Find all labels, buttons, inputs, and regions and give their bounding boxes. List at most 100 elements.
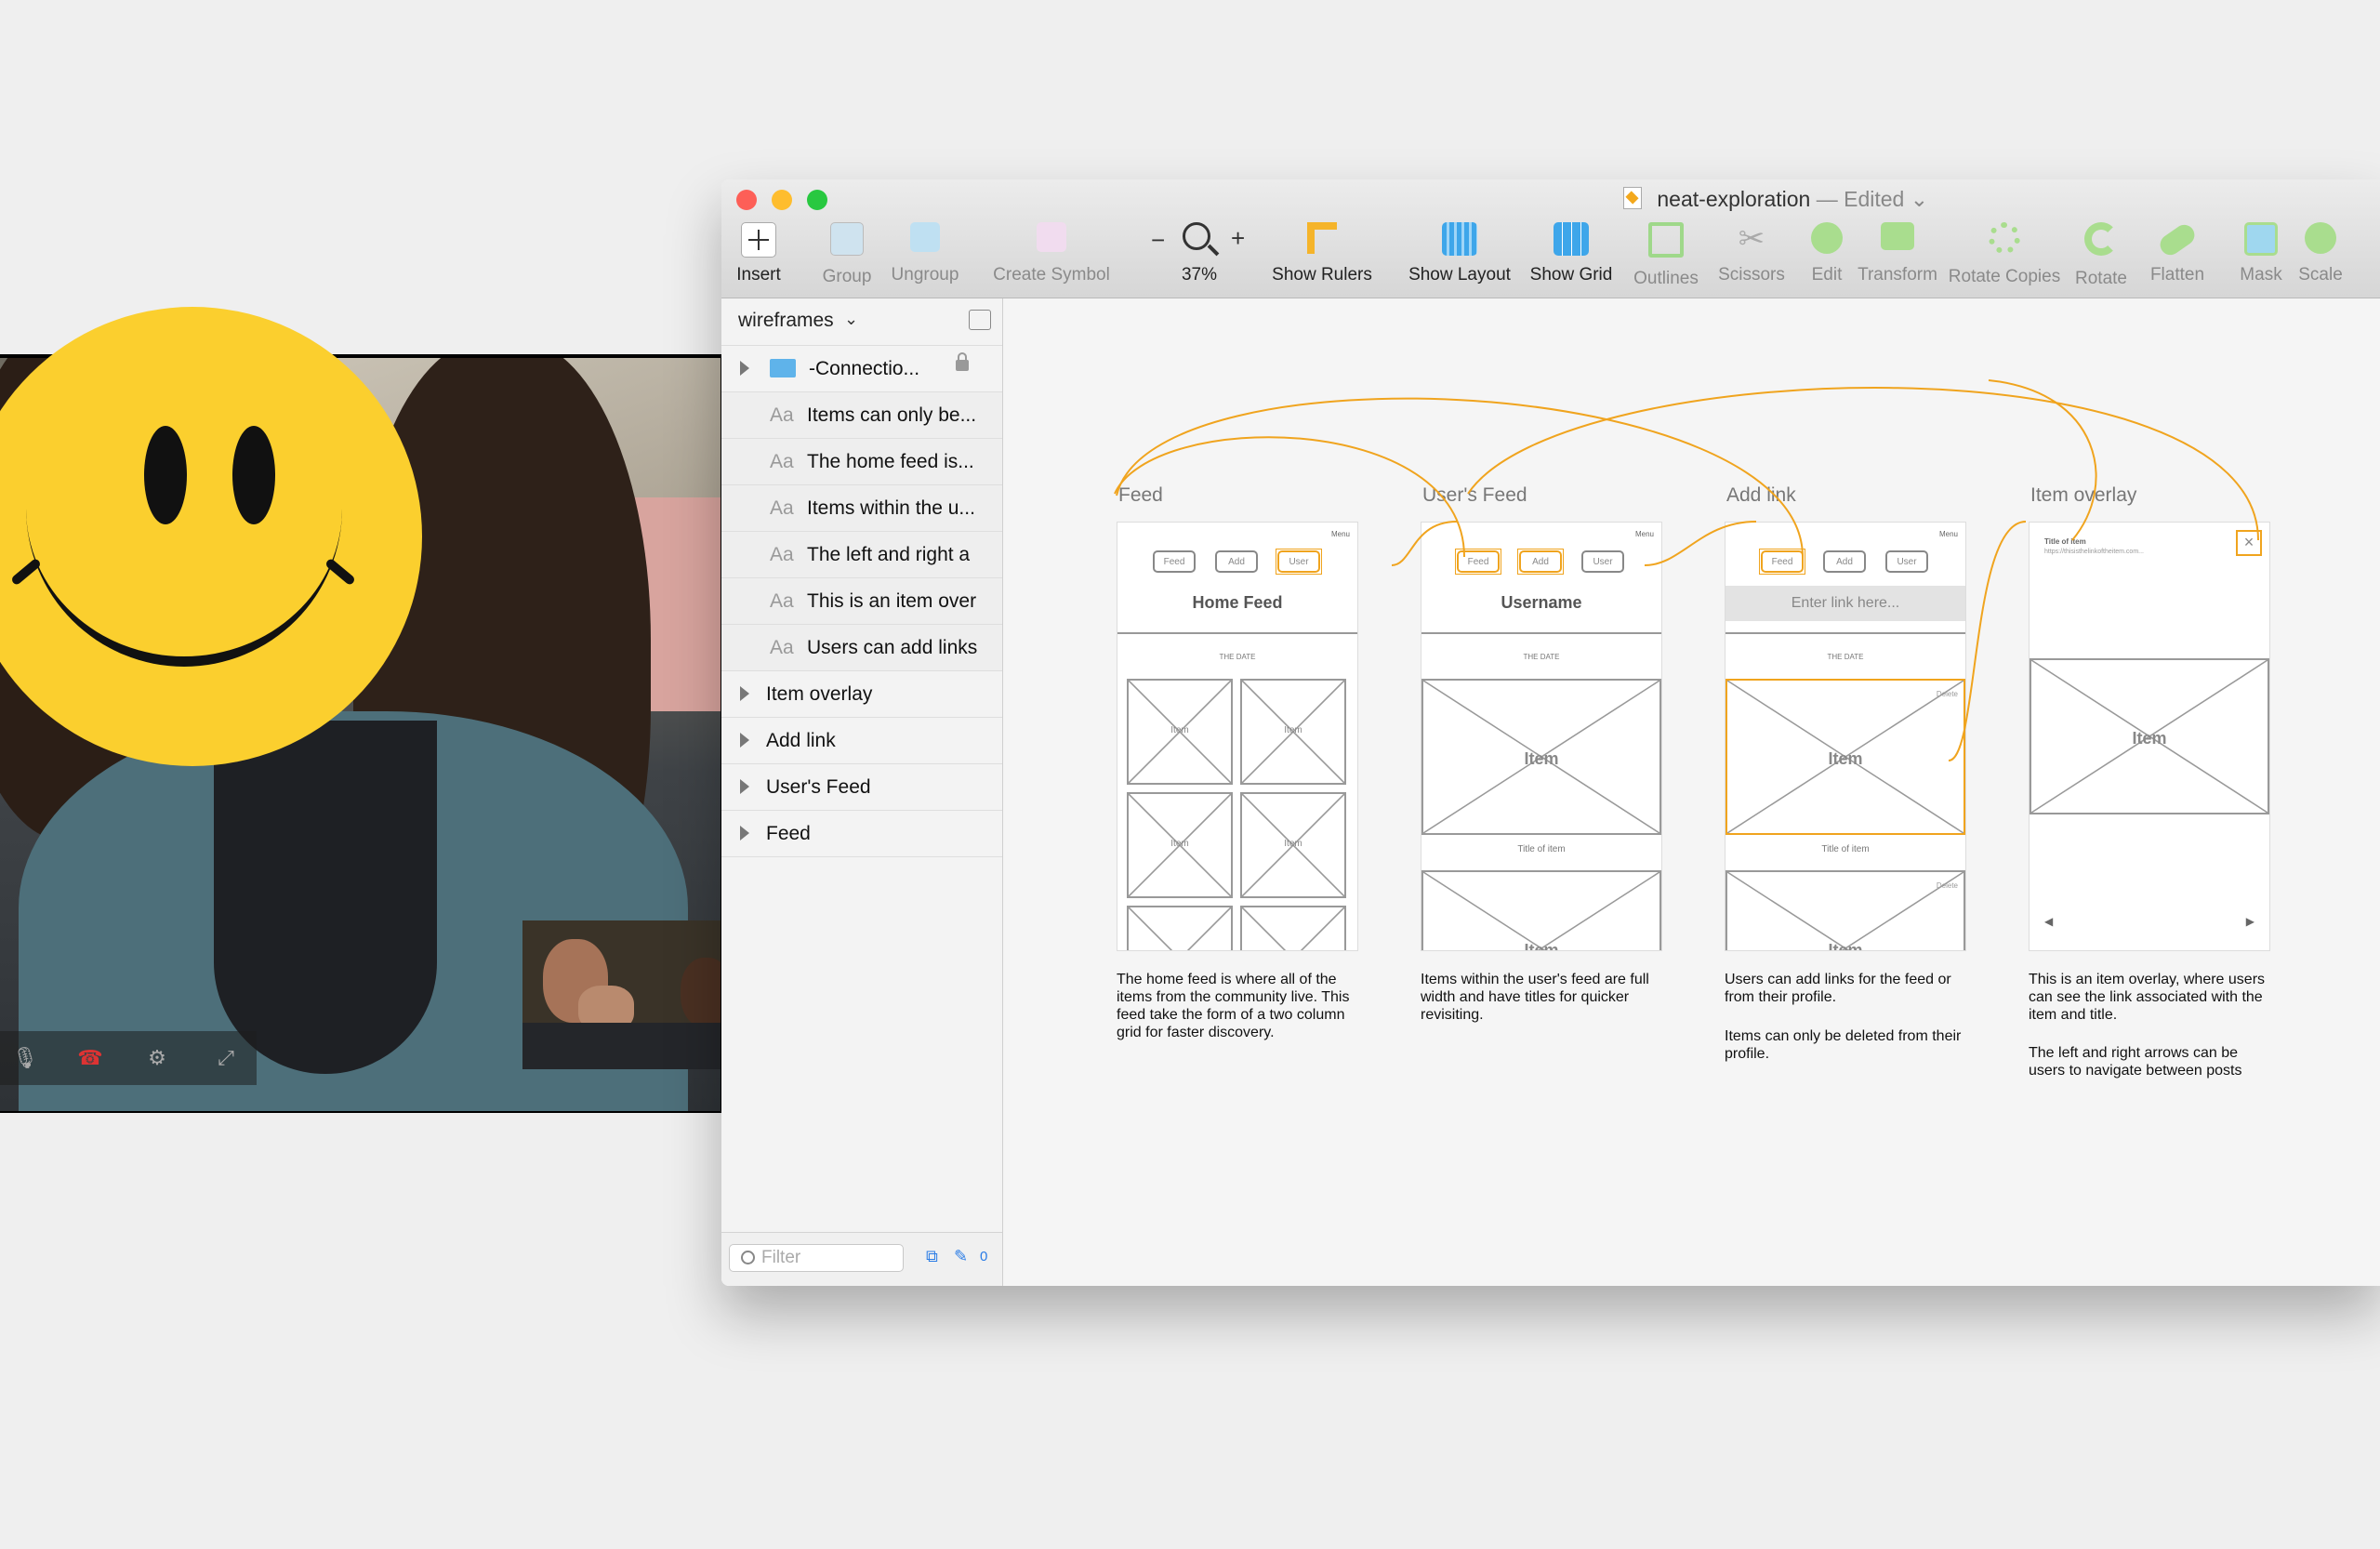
zoom-window-button[interactable] — [807, 190, 827, 210]
scale-button[interactable]: Scale — [2294, 222, 2347, 285]
ruler-icon — [1307, 222, 1337, 254]
microphone-icon[interactable]: 🎙 — [11, 1044, 39, 1072]
artboard-layer-feed[interactable]: Feed — [721, 811, 1002, 857]
close-window-button[interactable] — [736, 190, 757, 210]
text-layer[interactable]: Aa Users can add links — [721, 625, 1002, 671]
disclosure-triangle-icon[interactable] — [740, 826, 749, 841]
scissors-button[interactable]: ✂ Scissors — [1712, 222, 1791, 285]
mask-button[interactable]: Mask — [2235, 222, 2287, 285]
filter-count: 0 — [980, 1249, 988, 1264]
page-selector[interactable]: wireframes ⌄ — [721, 298, 1002, 346]
minimize-window-button[interactable] — [772, 190, 792, 210]
layer-name: This is an item over — [807, 590, 977, 612]
zoom-buttons: − + — [1151, 222, 1248, 265]
text-layer[interactable]: Aa This is an item over — [721, 578, 1002, 625]
outlines-button[interactable]: Outlines — [1629, 222, 1703, 289]
ungroup-button[interactable]: Ungroup — [887, 222, 963, 285]
link-overlay-back-to-users-feed — [1467, 387, 2259, 541]
layer-name: Item overlay — [766, 683, 873, 705]
filter-input[interactable]: Filter — [729, 1244, 904, 1272]
text-layer[interactable]: Aa The home feed is... — [721, 439, 1002, 485]
text-layer-icon: Aa — [770, 451, 794, 472]
create-symbol-button[interactable]: Create Symbol — [991, 222, 1112, 285]
text-layer[interactable]: Aa Items can only be... — [721, 392, 1002, 439]
edit-button[interactable]: Edit — [1804, 222, 1850, 285]
pip-person-2 — [681, 958, 721, 1027]
transform-button[interactable]: Transform — [1846, 222, 1949, 285]
transform-label: Transform — [1858, 265, 1937, 285]
exportable-filter-icon[interactable]: ✎ — [954, 1247, 968, 1266]
fullscreen-icon[interactable]: ⤢ — [212, 1044, 240, 1072]
artboard-layer-item-overlay[interactable]: Item overlay — [721, 671, 1002, 718]
sketch-window: neat-exploration — Edited ⌄ Insert Group… — [721, 179, 2380, 1286]
zoom-in-button[interactable]: + — [1231, 224, 1245, 253]
rotate-icon — [2084, 222, 2118, 256]
flatten-icon — [2156, 220, 2199, 259]
prototype-links — [1114, 379, 2259, 761]
link-feed-to-users-feed — [1391, 521, 1458, 566]
rotate-copies-button[interactable]: Rotate Copies — [1945, 222, 2064, 287]
mask-icon — [2244, 222, 2278, 256]
disclosure-triangle-icon[interactable] — [740, 733, 749, 748]
layer-name: Users can add links — [807, 637, 978, 658]
layers-footer: Filter ⧉ ✎ 0 — [721, 1232, 1002, 1286]
document-title[interactable]: neat-exploration — Edited ⌄ — [1623, 187, 1928, 212]
grid-icon — [1554, 222, 1589, 256]
insert-button[interactable]: Insert — [733, 222, 785, 285]
hang-up-icon[interactable]: ☎ — [76, 1044, 104, 1072]
artboard-layer-add-link[interactable]: Add link — [721, 718, 1002, 764]
canvas[interactable]: Feed User's Feed Add link Item overlay M… — [1003, 298, 2380, 1286]
smiley-mouth — [26, 480, 342, 667]
show-grid-button[interactable]: Show Grid — [1527, 222, 1616, 285]
insert-label: Insert — [736, 265, 781, 285]
symbols-filter-icon[interactable]: ⧉ — [926, 1247, 938, 1266]
text-layer[interactable]: Aa The left and right a — [721, 532, 1002, 578]
document-name: neat-exploration — [1657, 187, 1811, 211]
disclosure-triangle-icon[interactable] — [740, 779, 749, 794]
link-users-feed-back-to-feed — [1114, 436, 1465, 558]
chevron-down-icon: ⌄ — [844, 310, 859, 328]
zoom-out-button[interactable]: − — [1151, 226, 1165, 255]
text-layer-icon: Aa — [770, 544, 794, 565]
layer-name: -Connectio... — [809, 358, 920, 379]
outlines-label: Outlines — [1633, 269, 1699, 288]
smiley-cheek-right — [324, 557, 357, 587]
sketch-document-icon — [1623, 187, 1642, 209]
rotate-button[interactable]: Rotate — [2071, 222, 2131, 289]
scissors-label: Scissors — [1718, 265, 1785, 285]
edit-icon — [1811, 222, 1843, 254]
show-rulers-label: Show Rulers — [1272, 265, 1372, 285]
symbol-icon — [1037, 222, 1066, 252]
edit-label: Edit — [1811, 265, 1843, 285]
link-overlay-close — [1988, 379, 2097, 541]
self-view-video — [522, 920, 721, 1069]
link-add-link-back-to-feed — [1116, 397, 1804, 558]
show-layout-button[interactable]: Show Layout — [1408, 222, 1512, 285]
group-button[interactable]: Group — [820, 222, 874, 287]
collapse-pages-icon[interactable] — [969, 310, 991, 330]
chevron-down-icon: ⌄ — [1910, 187, 1929, 211]
lock-icon[interactable] — [956, 352, 969, 371]
layer-name: Items can only be... — [807, 404, 977, 426]
outlines-icon — [1648, 222, 1684, 258]
disclosure-triangle-icon[interactable] — [740, 361, 749, 376]
zoom-control[interactable]: − + 37% — [1151, 222, 1248, 285]
mask-label: Mask — [2240, 265, 2282, 285]
text-layer-icon: Aa — [770, 590, 794, 612]
settings-icon[interactable]: ⚙ — [143, 1044, 171, 1072]
artboard-layer-users-feed[interactable]: User's Feed — [721, 764, 1002, 811]
scale-icon — [2305, 222, 2336, 254]
pip-shirt — [522, 1023, 721, 1069]
disclosure-triangle-icon[interactable] — [740, 686, 749, 701]
layer-name: The left and right a — [807, 544, 971, 565]
text-layer[interactable]: Aa Items within the u... — [721, 485, 1002, 532]
layer-name: Items within the u... — [807, 497, 975, 519]
layer-connections-group[interactable]: -Connectio... — [721, 346, 1002, 392]
show-rulers-button[interactable]: Show Rulers — [1268, 222, 1376, 285]
scale-label: Scale — [2298, 265, 2343, 285]
flatten-label: Flatten — [2149, 265, 2205, 285]
rotate-label: Rotate — [2075, 269, 2127, 288]
layer-name: Add link — [766, 730, 836, 751]
flatten-button[interactable]: Flatten — [2144, 220, 2211, 285]
titlebar: neat-exploration — Edited ⌄ Insert Group… — [721, 179, 2380, 298]
